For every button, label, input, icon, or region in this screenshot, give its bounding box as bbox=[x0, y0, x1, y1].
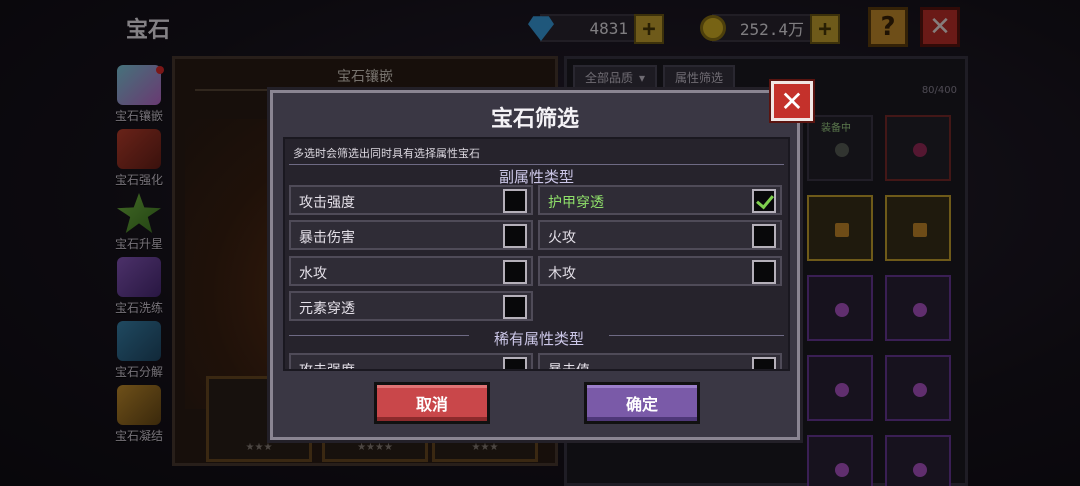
option-label: 攻击强度 bbox=[299, 363, 355, 371]
confirm-button[interactable]: 确定 bbox=[584, 382, 700, 424]
filter-option-attack[interactable]: 攻击强度 bbox=[289, 185, 533, 215]
filter-option-armor-pen[interactable]: 护甲穿透 bbox=[538, 185, 782, 215]
checkbox[interactable] bbox=[503, 295, 527, 319]
dialog-close-button[interactable]: ✕ bbox=[771, 81, 813, 121]
checkbox[interactable] bbox=[752, 224, 776, 248]
cancel-button[interactable]: 取消 bbox=[374, 382, 490, 424]
filter-options-list[interactable]: 多选时会筛选出同时具有选择属性宝石 副属性类型 攻击强度 护甲穿透 暴击伤害 火… bbox=[283, 137, 790, 371]
dialog-title: 宝石筛选 bbox=[490, 107, 579, 132]
option-label: 攻击强度 bbox=[299, 195, 355, 211]
divider bbox=[289, 164, 784, 165]
checkbox-checked[interactable] bbox=[752, 189, 776, 213]
option-label: 水攻 bbox=[299, 266, 327, 282]
filter-option-rare-1[interactable]: 攻击强度 bbox=[289, 353, 533, 371]
checkbox[interactable] bbox=[503, 357, 527, 369]
option-label: 木攻 bbox=[548, 266, 576, 282]
option-label: 火攻 bbox=[548, 230, 576, 246]
filter-option-fire[interactable]: 火攻 bbox=[538, 220, 782, 250]
checkbox[interactable] bbox=[503, 224, 527, 248]
checkbox[interactable] bbox=[503, 189, 527, 213]
filter-option-wood[interactable]: 木攻 bbox=[538, 256, 782, 286]
checkbox[interactable] bbox=[752, 357, 776, 369]
filter-option-water[interactable]: 水攻 bbox=[289, 256, 533, 286]
section-title-sub-attributes: 副属性类型 bbox=[498, 168, 574, 186]
option-label: 暴击值 bbox=[548, 363, 590, 371]
filter-hint: 多选时会筛选出同时具有选择属性宝石 bbox=[293, 147, 480, 160]
checkbox[interactable] bbox=[503, 260, 527, 284]
checkbox[interactable] bbox=[752, 260, 776, 284]
option-label: 护甲穿透 bbox=[548, 195, 604, 211]
gem-filter-dialog: 宝石筛选 ✕ 多选时会筛选出同时具有选择属性宝石 副属性类型 攻击强度 护甲穿透… bbox=[270, 81, 813, 440]
option-label: 元素穿透 bbox=[299, 301, 355, 317]
option-label: 暴击伤害 bbox=[299, 230, 355, 246]
filter-option-element-pen[interactable]: 元素穿透 bbox=[289, 291, 533, 321]
section-title-rare-attributes: 稀有属性类型 bbox=[469, 328, 609, 349]
filter-option-rare-2[interactable]: 暴击值 bbox=[538, 353, 782, 371]
filter-option-crit-damage[interactable]: 暴击伤害 bbox=[289, 220, 533, 250]
